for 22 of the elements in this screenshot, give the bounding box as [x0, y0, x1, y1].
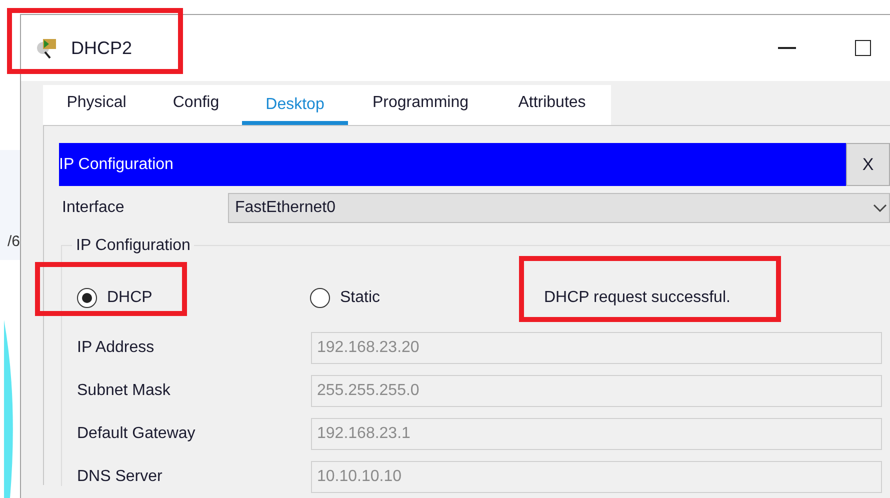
- close-button[interactable]: X: [846, 143, 890, 186]
- chevron-down-icon: [873, 204, 887, 212]
- interface-dropdown[interactable]: FastEthernet0: [228, 193, 890, 223]
- radio-label: Static: [340, 288, 380, 308]
- field-label: Subnet Mask: [77, 381, 172, 401]
- interface-label: Interface: [61, 198, 126, 218]
- radio-button[interactable]: [310, 288, 330, 308]
- tab[interactable]: Attributes: [493, 85, 611, 125]
- field-label: IP Address: [77, 338, 156, 358]
- radio-label: DHCP: [107, 288, 152, 308]
- panel-title: IP Configuration: [59, 154, 174, 174]
- field-label: DNS Server: [77, 467, 164, 487]
- radio-button[interactable]: [77, 288, 97, 308]
- tab[interactable]: Physical: [43, 85, 150, 125]
- tab[interactable]: Desktop: [242, 85, 348, 125]
- status-message: DHCP request successful.: [544, 288, 730, 308]
- background-text: /6: [6, 232, 20, 252]
- field-label: Default Gateway: [77, 424, 196, 444]
- device-icon: [35, 36, 59, 60]
- window-title: DHCP2: [71, 36, 132, 60]
- tab[interactable]: Programming: [348, 85, 493, 125]
- tab[interactable]: Config: [150, 85, 242, 125]
